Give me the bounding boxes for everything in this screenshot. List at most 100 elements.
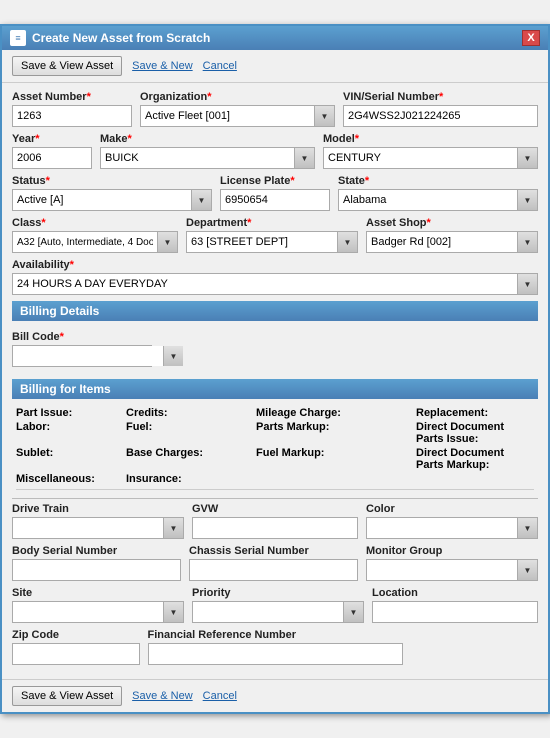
model-label: Model* [323,133,538,145]
title-bar: ≡ Create New Asset from Scratch X [2,26,548,50]
class-label: Class* [12,217,178,229]
group-asset-shop: Asset Shop* ▼ [366,217,538,253]
window-title: Create New Asset from Scratch [32,31,210,45]
license-plate-label: License Plate* [220,175,330,187]
asset-shop-select[interactable]: ▼ [366,231,538,253]
billing-sublet: Sublet: [16,447,126,471]
model-input[interactable] [324,148,517,168]
availability-input[interactable] [13,274,517,294]
group-bill-code: Bill Code* ▼ [12,331,152,367]
gwv-label: GVW [192,503,358,515]
group-model: Model* ▼ [323,133,538,169]
save-view-button-top[interactable]: Save & View Asset [12,56,122,76]
group-asset-number: Asset Number* [12,91,132,127]
site-select[interactable]: ▼ [12,601,184,623]
color-arrow[interactable]: ▼ [517,518,537,538]
group-drive-train: Drive Train ▼ [12,503,184,539]
asset-shop-arrow[interactable]: ▼ [517,232,537,252]
billing-replacement: Replacement: [416,407,534,419]
drive-train-arrow[interactable]: ▼ [163,518,183,538]
group-color: Color ▼ [366,503,538,539]
make-label: Make* [100,133,315,145]
group-site: Site ▼ [12,587,184,623]
save-view-button-bottom[interactable]: Save & View Asset [12,686,122,706]
class-arrow[interactable]: ▼ [157,232,177,252]
color-select[interactable]: ▼ [366,517,538,539]
bill-code-select[interactable]: ▼ [12,345,152,367]
color-input[interactable] [367,518,517,538]
status-select[interactable]: ▼ [12,189,212,211]
group-availability: Availability* ▼ [12,259,538,295]
department-arrow[interactable]: ▼ [337,232,357,252]
site-input[interactable] [13,602,163,622]
class-select[interactable]: ▼ [12,231,178,253]
license-plate-input[interactable] [220,189,330,211]
billing-credits: Credits: [126,407,256,419]
group-zip-code: Zip Code [12,629,140,665]
group-state: State* ▼ [338,175,538,211]
priority-arrow[interactable]: ▼ [343,602,363,622]
site-arrow[interactable]: ▼ [163,602,183,622]
group-department: Department* ▼ [186,217,358,253]
location-label: Location [372,587,538,599]
status-input[interactable] [13,190,191,210]
availability-arrow[interactable]: ▼ [517,274,537,294]
asset-shop-input[interactable] [367,232,517,252]
state-arrow[interactable]: ▼ [517,190,537,210]
group-chassis-serial: Chassis Serial Number [189,545,358,581]
monitor-group-input[interactable] [367,560,517,580]
year-input[interactable] [12,147,92,169]
group-year: Year* [12,133,92,169]
make-arrow[interactable]: ▼ [294,148,314,168]
row-site-priority-location: Site ▼ Priority ▼ Location [12,587,538,623]
location-input[interactable] [372,601,538,623]
organization-arrow[interactable]: ▼ [314,106,334,126]
organization-select[interactable]: ▼ [140,105,335,127]
save-new-button-top[interactable]: Save & New [132,60,193,72]
class-input[interactable] [13,232,157,252]
drive-train-select[interactable]: ▼ [12,517,184,539]
billing-items-header: Billing for Items [12,379,538,399]
row-availability: Availability* ▼ [12,259,538,295]
state-input[interactable] [339,190,517,210]
make-input[interactable] [101,148,294,168]
availability-label: Availability* [12,259,538,271]
status-arrow[interactable]: ▼ [191,190,211,210]
model-arrow[interactable]: ▼ [517,148,537,168]
bill-code-row: Bill Code* ▼ [12,327,538,373]
availability-select[interactable]: ▼ [12,273,538,295]
close-button[interactable]: X [522,30,540,46]
vin-input[interactable] [343,105,538,127]
priority-label: Priority [192,587,364,599]
department-select[interactable]: ▼ [186,231,358,253]
group-priority: Priority ▼ [192,587,364,623]
site-label: Site [12,587,184,599]
department-input[interactable] [187,232,337,252]
state-select[interactable]: ▼ [338,189,538,211]
cancel-button-bottom[interactable]: Cancel [203,690,237,702]
gwv-input[interactable] [192,517,358,539]
monitor-group-select[interactable]: ▼ [366,559,538,581]
group-financial-ref: Financial Reference Number [148,629,403,665]
body-serial-input[interactable] [12,559,181,581]
save-new-button-bottom[interactable]: Save & New [132,690,193,702]
group-class: Class* ▼ [12,217,178,253]
make-select[interactable]: ▼ [100,147,315,169]
monitor-group-arrow[interactable]: ▼ [517,560,537,580]
bill-code-input[interactable] [13,346,163,366]
group-monitor-group: Monitor Group ▼ [366,545,538,581]
group-body-serial: Body Serial Number [12,545,181,581]
asset-number-label: Asset Number* [12,91,132,103]
organization-input[interactable] [141,106,314,126]
cancel-button-top[interactable]: Cancel [203,60,237,72]
model-select[interactable]: ▼ [323,147,538,169]
priority-input[interactable] [193,602,343,622]
asset-number-input[interactable] [12,105,132,127]
zip-code-input[interactable] [12,643,140,665]
drive-train-input[interactable] [13,518,163,538]
financial-ref-input[interactable] [148,643,403,665]
priority-select[interactable]: ▼ [192,601,364,623]
chassis-serial-input[interactable] [189,559,358,581]
row-asset-org-vin: Asset Number* Organization* ▼ VIN/Serial… [12,91,538,127]
bill-code-arrow[interactable]: ▼ [163,346,183,366]
